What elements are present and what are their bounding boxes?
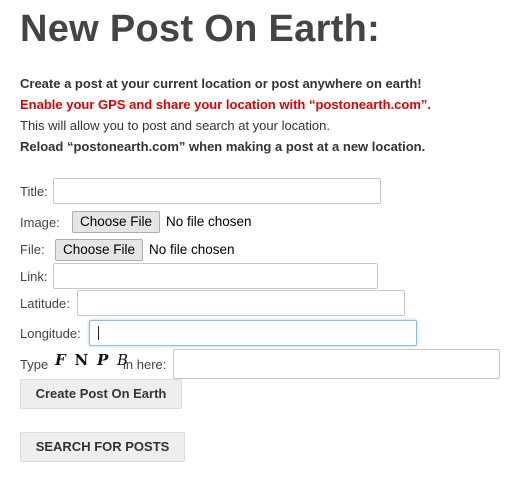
intro-line-1: Create a post at your current location o… (20, 76, 422, 91)
image-choose-file-button[interactable]: Choose File (72, 211, 161, 233)
create-post-button[interactable]: Create Post On Earth (20, 379, 182, 409)
page-title: New Post On Earth: (20, 8, 381, 50)
latitude-input[interactable] (77, 290, 405, 316)
file-choose-file-button[interactable]: Choose File (55, 239, 144, 261)
captcha-char: N (74, 351, 90, 369)
captcha-char: P (96, 351, 110, 369)
title-input[interactable] (53, 178, 381, 204)
latitude-label: Latitude: (20, 296, 70, 311)
longitude-input[interactable] (89, 320, 417, 346)
intro-line-3: This will allow you to post and search a… (20, 118, 330, 133)
captcha-input[interactable] (173, 349, 500, 379)
link-label: Link: (20, 269, 48, 284)
link-input[interactable] (53, 263, 378, 289)
image-file-status: No file chosen (166, 214, 252, 229)
captcha-suffix: in here: (123, 357, 167, 372)
gps-warning: Enable your GPS and share your location … (20, 97, 432, 112)
captcha-char: F (55, 351, 67, 369)
title-label: Title: (20, 184, 48, 199)
text-caret (98, 326, 99, 340)
longitude-label: Longitude: (20, 326, 81, 341)
intro-line-4: Reload “postonearth.com” when making a p… (20, 139, 426, 154)
search-posts-button[interactable]: SEARCH FOR POSTS (20, 432, 185, 462)
intro-text: Create a post at your current location o… (20, 73, 431, 157)
file-status: No file chosen (149, 242, 235, 257)
file-label: File: (20, 242, 45, 257)
captcha-image: F N P B (55, 351, 131, 369)
image-label: Image: (20, 215, 60, 230)
captcha-prefix: Type (20, 357, 49, 372)
